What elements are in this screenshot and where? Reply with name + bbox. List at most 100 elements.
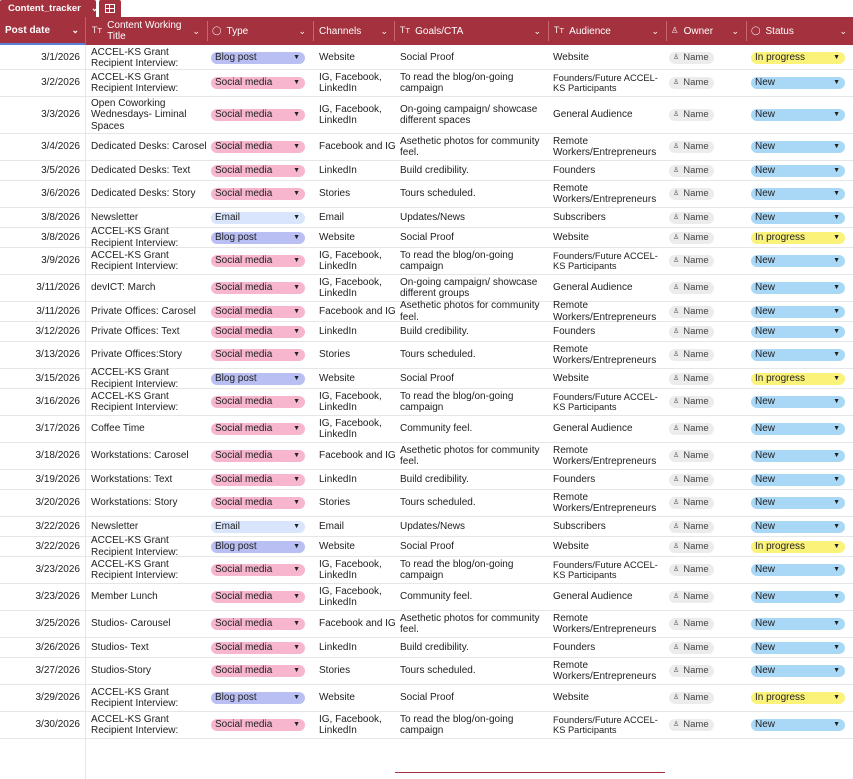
status-chip[interactable]: New ▼: [751, 520, 845, 533]
caret-down-icon[interactable]: ▼: [293, 77, 300, 89]
table-row[interactable]: 3/17/2026 Coffee Time Social media ▼ IG, Fac…: [0, 416, 853, 443]
audience-cell[interactable]: Remote Workers/Entrepreneurs: [553, 490, 667, 516]
owner-chip[interactable]: ♙ Name: [669, 282, 714, 294]
goals-cell[interactable]: Tours scheduled.: [400, 490, 550, 516]
audience-cell[interactable]: Website: [553, 228, 667, 247]
caret-down-icon[interactable]: ▼: [833, 591, 840, 603]
type-chip[interactable]: Social media ▼: [211, 164, 305, 177]
type-cell[interactable]: Social media ▼: [211, 302, 309, 321]
table-row[interactable]: 3/23/2026 ACCEL-KS Grant Recipient Interv…: [0, 557, 853, 584]
title-cell[interactable]: ACCEL-KS Grant Recipient Interview:: [91, 535, 209, 558]
type-chip[interactable]: Social media ▼: [211, 188, 305, 200]
goals-cell[interactable]: Asethetic photos for community feel.: [400, 134, 550, 160]
post-date-cell[interactable]: 3/17/2026: [0, 416, 84, 442]
type-chip[interactable]: Email ▼: [211, 520, 305, 533]
audience-cell[interactable]: General Audience: [553, 584, 667, 610]
type-chip[interactable]: Blog post ▼: [211, 231, 305, 244]
status-chip[interactable]: New ▼: [751, 188, 845, 200]
goals-cell[interactable]: Social Proof: [400, 228, 550, 247]
status-cell[interactable]: In progress ▼: [751, 228, 849, 247]
owner-cell[interactable]: ♙ Name: [669, 342, 747, 368]
goals-cell[interactable]: Build credibility.: [400, 638, 550, 657]
caret-down-icon[interactable]: ▼: [293, 396, 300, 408]
owner-cell[interactable]: ♙ Name: [669, 181, 747, 207]
audience-cell[interactable]: Remote Workers/Entrepreneurs: [553, 300, 667, 323]
audience-cell[interactable]: Founders: [553, 638, 667, 657]
post-date-cell[interactable]: 3/11/2026: [0, 302, 84, 321]
table-row[interactable]: 3/5/2026 Dedicated Desks: Text Social medi…: [0, 161, 853, 181]
goals-cell[interactable]: To read the blog/on-going campaign: [400, 557, 550, 583]
audience-cell[interactable]: Website: [553, 537, 667, 556]
audience-cell[interactable]: Founders: [553, 470, 667, 489]
owner-cell[interactable]: ♙ Name: [669, 517, 747, 536]
table-row[interactable]: 3/30/2026 ACCEL-KS Grant Recipient Interv…: [0, 712, 853, 739]
status-chip[interactable]: New ▼: [751, 497, 845, 509]
channels-cell[interactable]: LinkedIn: [319, 638, 399, 657]
caret-down-icon[interactable]: ▼: [833, 109, 840, 121]
owner-chip[interactable]: ♙ Name: [669, 305, 714, 318]
type-chip[interactable]: Social media ▼: [211, 141, 305, 153]
title-cell[interactable]: Workstations: Story: [91, 490, 209, 516]
chevron-down-icon[interactable]: ⌄: [731, 26, 739, 37]
status-cell[interactable]: In progress ▼: [751, 47, 849, 69]
post-date-cell[interactable]: 3/1/2026: [0, 47, 84, 69]
channels-cell[interactable]: Facebook and IG: [319, 302, 399, 321]
owner-cell[interactable]: ♙ Name: [669, 47, 747, 69]
type-chip[interactable]: Social media ▼: [211, 349, 305, 361]
table-row[interactable]: 3/2/2026 ACCEL-KS Grant Recipient Intervi…: [0, 70, 853, 97]
type-chip[interactable]: Social media ▼: [211, 325, 305, 338]
type-chip[interactable]: Social media ▼: [211, 591, 305, 603]
type-chip[interactable]: Social media ▼: [211, 77, 305, 89]
caret-down-icon[interactable]: ▼: [833, 282, 840, 294]
title-cell[interactable]: Studios- Text: [91, 638, 209, 657]
type-cell[interactable]: Blog post ▼: [211, 537, 309, 556]
status-chip[interactable]: New ▼: [751, 255, 845, 267]
post-date-cell[interactable]: 3/26/2026: [0, 638, 84, 657]
goals-cell[interactable]: Social Proof: [400, 537, 550, 556]
owner-chip[interactable]: ♙ Name: [669, 450, 714, 462]
channels-cell[interactable]: Facebook and IG: [319, 611, 399, 637]
type-chip[interactable]: Social media ▼: [211, 450, 305, 462]
status-cell[interactable]: New ▼: [751, 322, 849, 341]
type-cell[interactable]: Social media ▼: [211, 443, 309, 469]
channels-cell[interactable]: Website: [319, 369, 399, 388]
post-date-cell[interactable]: 3/16/2026: [0, 389, 84, 415]
table-row[interactable]: 3/8/2026 Newsletter Email ▼ Email Updates/New…: [0, 208, 853, 228]
caret-down-icon[interactable]: ▼: [833, 306, 840, 318]
type-cell[interactable]: Social media ▼: [211, 248, 309, 274]
type-cell[interactable]: Social media ▼: [211, 275, 309, 301]
post-date-cell[interactable]: 3/22/2026: [0, 517, 84, 536]
owner-chip[interactable]: ♙ Name: [669, 141, 714, 153]
status-chip[interactable]: New ▼: [751, 164, 845, 177]
post-date-cell[interactable]: 3/22/2026: [0, 537, 84, 556]
chevron-down-icon[interactable]: ⌄: [839, 26, 847, 37]
post-date-cell[interactable]: 3/6/2026: [0, 181, 84, 207]
caret-down-icon[interactable]: ▼: [833, 474, 840, 486]
caret-down-icon[interactable]: ▼: [293, 474, 300, 486]
column-header-title[interactable]: Tт Content Working Title ⌄: [90, 17, 206, 45]
owner-chip[interactable]: ♙ Name: [669, 473, 714, 486]
owner-cell[interactable]: ♙ Name: [669, 161, 747, 180]
type-cell[interactable]: Social media ▼: [211, 557, 309, 583]
type-cell[interactable]: Blog post ▼: [211, 685, 309, 711]
column-header-channels[interactable]: Channels ⌄: [314, 17, 394, 45]
table-row[interactable]: 3/26/2026 Studios- Text Social media ▼ Linke…: [0, 638, 853, 658]
type-cell[interactable]: Social media ▼: [211, 181, 309, 207]
table-view-button[interactable]: [99, 0, 121, 17]
title-cell[interactable]: Workstations: Carosel: [91, 443, 209, 469]
table-row[interactable]: 3/22/2026 Newsletter Email ▼ Email Updates/Ne…: [0, 517, 853, 537]
caret-down-icon[interactable]: ▼: [833, 618, 840, 630]
caret-down-icon[interactable]: ▼: [293, 497, 300, 509]
status-cell[interactable]: New ▼: [751, 658, 849, 684]
goals-cell[interactable]: Build credibility.: [400, 322, 550, 341]
title-cell[interactable]: Studios- Carousel: [91, 611, 209, 637]
type-chip[interactable]: Social media ▼: [211, 665, 305, 677]
type-cell[interactable]: Social media ▼: [211, 470, 309, 489]
owner-chip[interactable]: ♙ Name: [669, 423, 714, 435]
owner-cell[interactable]: ♙ Name: [669, 443, 747, 469]
status-cell[interactable]: New ▼: [751, 97, 849, 133]
status-chip[interactable]: New ▼: [751, 665, 845, 677]
owner-chip[interactable]: ♙ Name: [669, 665, 714, 677]
owner-cell[interactable]: ♙ Name: [669, 322, 747, 341]
caret-down-icon[interactable]: ▼: [293, 450, 300, 462]
